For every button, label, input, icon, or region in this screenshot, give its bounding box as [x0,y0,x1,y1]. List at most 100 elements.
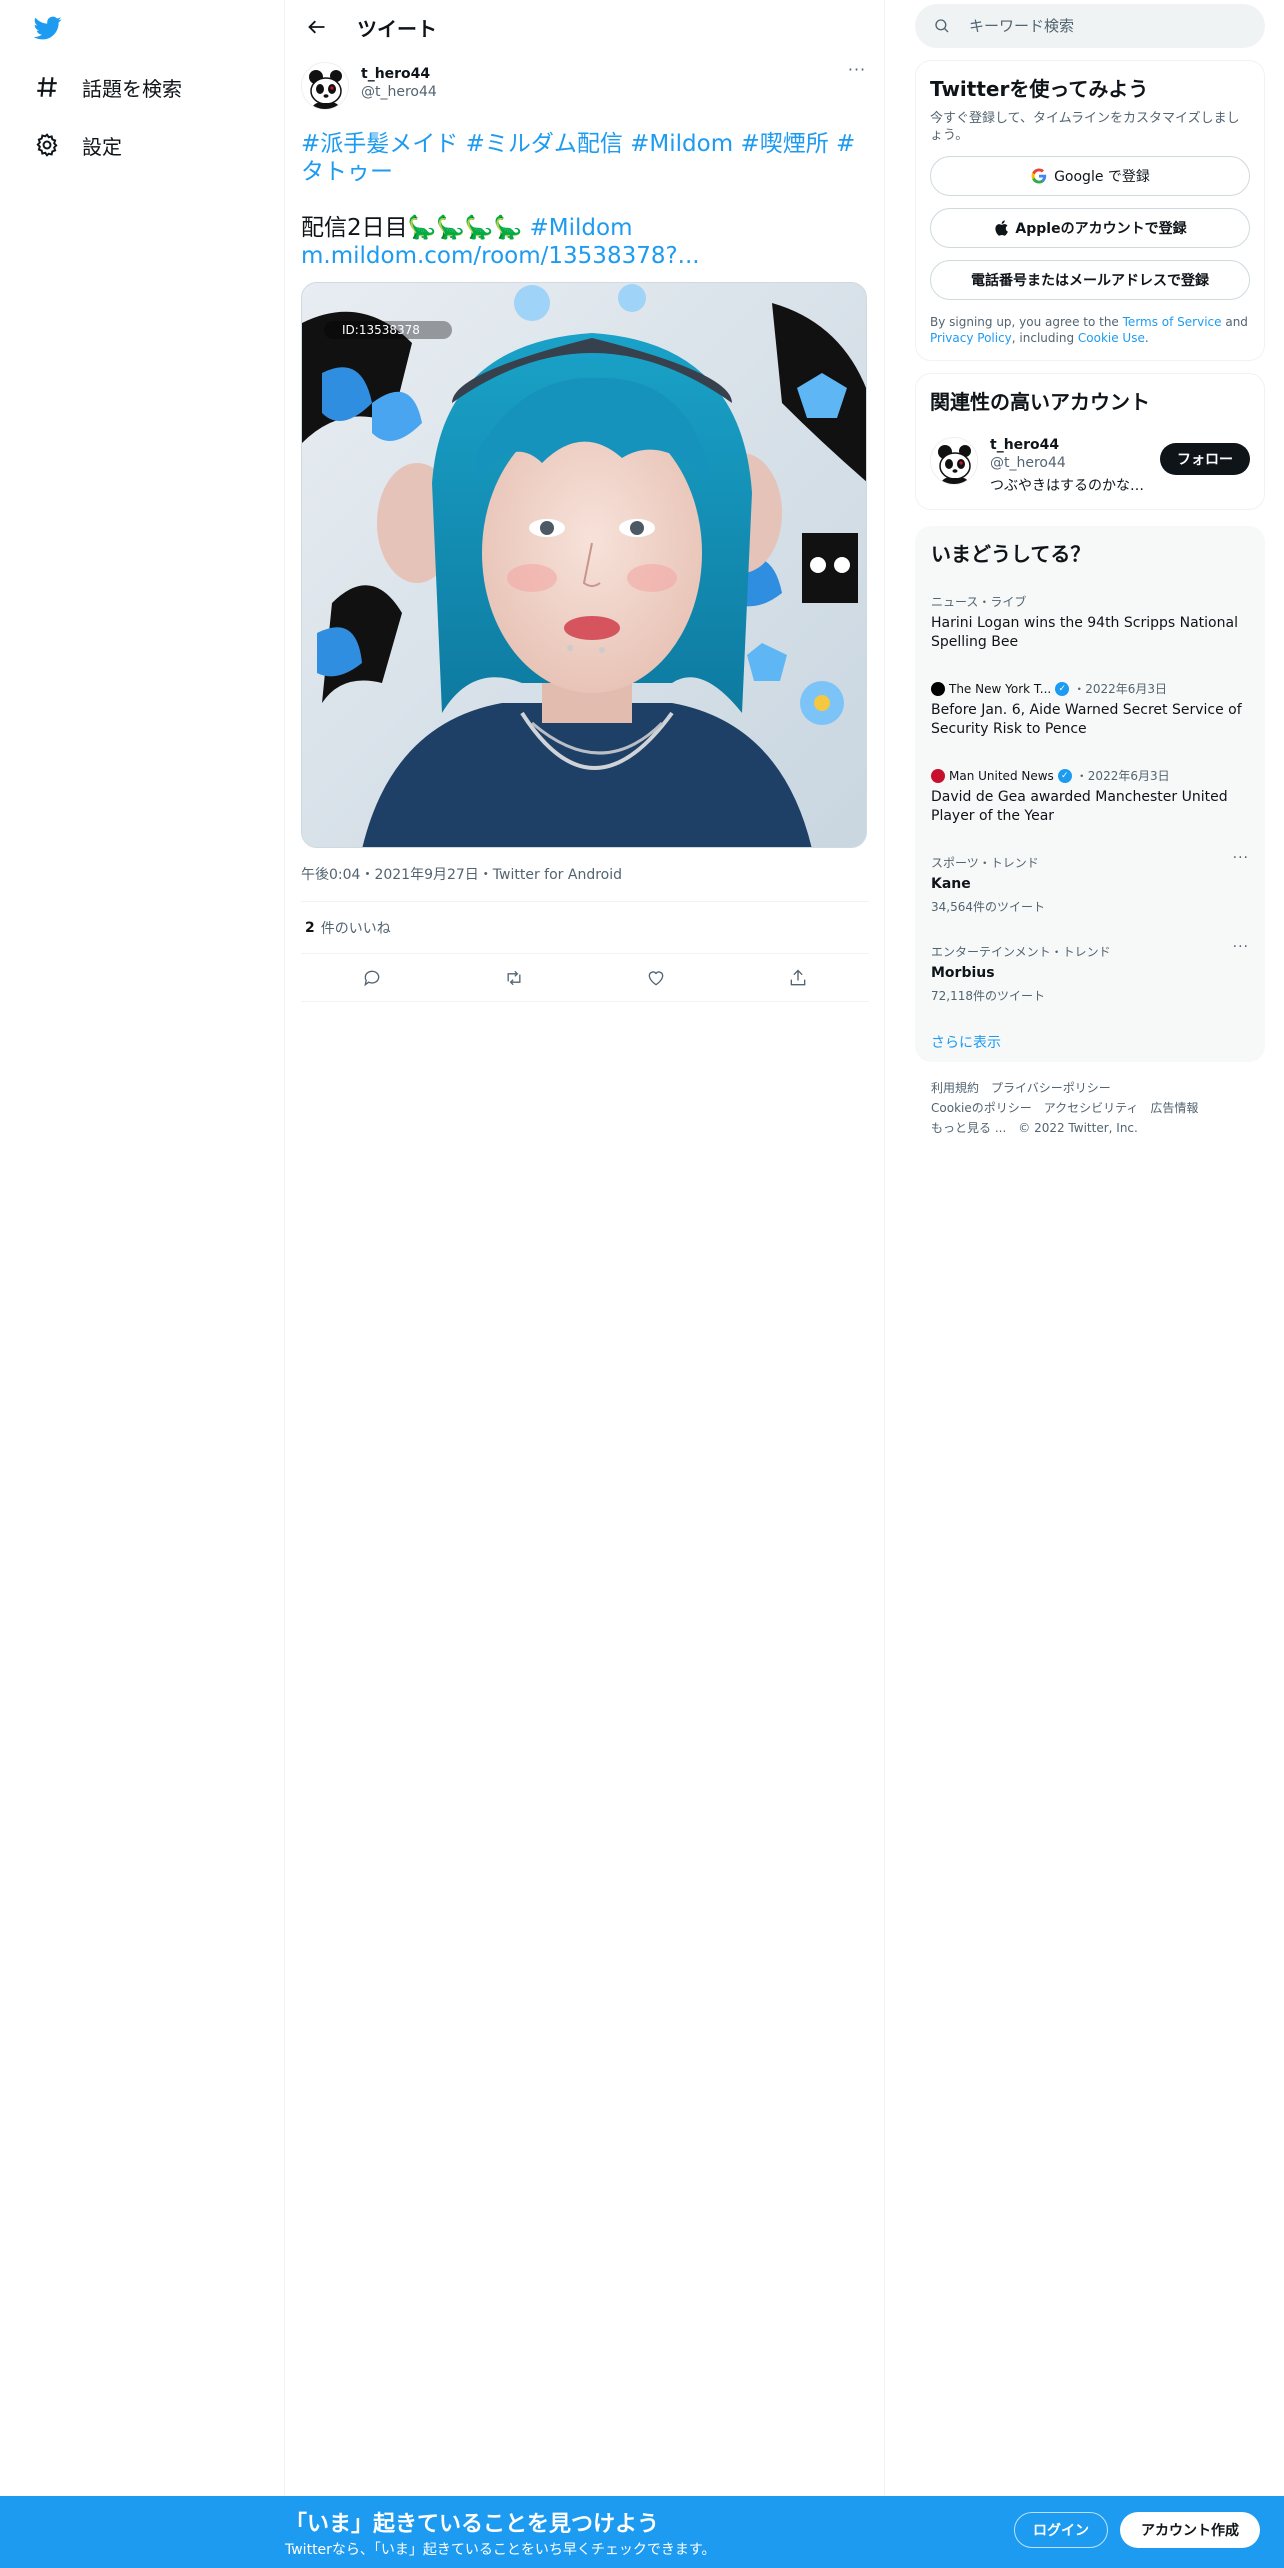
nav-explore-label: 話題を検索 [82,76,182,101]
trend-item[interactable]: ニュース・ライブ Harini Logan wins the 94th Scri… [915,593,1265,652]
tweet-photo[interactable]: ID:13538378 [301,282,867,848]
follow-button[interactable]: フォロー [1160,443,1250,475]
google-signup-label: Google で登録 [1054,169,1150,185]
avatar[interactable] [930,437,978,485]
tweet: t_hero44 @t_hero44 ··· #派手髪メイド #ミルダム配信 #… [301,62,869,1002]
mildom-hashtag-link[interactable]: #Mildom [530,215,633,241]
dinosaur-emoji: 🦕🦕🦕🦕 [407,215,523,241]
footer-accessibility-link[interactable]: アクセシビリティ [1044,1101,1139,1115]
tweet-meta: 午後0:04・2021年9月27日・Twitter for Android [301,862,869,902]
retweet-button[interactable] [496,960,532,996]
google-signup-button[interactable]: Google で登録 [930,156,1250,196]
footer-terms-link[interactable]: 利用規約 [931,1081,979,1095]
page-title: ツイート [357,16,437,41]
trend-title: Harini Logan wins the 94th Scripps Natio… [931,615,1238,650]
verified-badge-icon: ✓ [1055,681,1070,696]
cookie-use-link[interactable]: Cookie Use [1078,331,1145,345]
tweet-actions [301,954,869,1002]
likes-row[interactable]: 2 件のいいね [301,902,869,954]
search-bar[interactable] [915,4,1265,48]
tweet-source[interactable]: Twitter for Android [493,867,622,883]
ellipsis-icon: ··· [847,60,867,79]
banner-title: 「いま」起きていることを見つけよう [285,2512,660,2537]
trend-source: The New York T... ✓ ・2022年6月3日 [931,680,1249,697]
tweet-text: #派手髪メイド #ミルダム配信 #Mildom #喫煙所 #タトゥー 配信2日目… [301,130,869,270]
avatar[interactable] [301,62,349,110]
more-options-button[interactable]: ··· [845,62,869,84]
hashtags-link[interactable]: #派手髪メイド #ミルダム配信 #Mildom #喫煙所 #タトゥー [301,131,855,185]
panda-avatar-image [931,438,977,484]
likes-label: 件のいいね [320,920,391,937]
footer-links: 利用規約 プライバシーポリシー Cookieのポリシー アクセシビリティ 広告情報 も… [915,1078,1265,1138]
show-more-link[interactable]: さらに表示 [915,1032,1265,1052]
signup-title: Twitterを使ってみよう [930,77,1149,101]
trend-tweet-count: 72,118件のツイート [931,989,1045,1003]
retweet-icon [507,970,521,985]
trend-title: Morbius [931,965,995,981]
banner-subtitle: Twitterなら、「いま」起きていることをいち早くチェックできます。 [285,2542,716,2558]
back-button[interactable] [299,9,335,45]
signup-banner: 「いま」起きていることを見つけよう Twitterなら、「いま」起きていることを… [0,2496,1284,2568]
suggested-account-bio: つぶやきはするのかな… [990,478,1144,494]
arrow-left-icon [308,20,325,34]
nav-settings-label: 設定 [82,134,122,159]
twitter-logo-icon[interactable] [32,14,64,42]
nav-explore[interactable]: 話題を検索 [22,62,194,112]
right-sidebar: Twitterを使ってみよう 今すぐ登録して、タイムラインをカスタマイズしましょ… [915,0,1265,1138]
search-input[interactable] [969,17,1219,35]
trend-category: スポーツ・トレンド [931,856,1039,870]
trend-title: David de Gea awarded Manchester United P… [931,789,1228,824]
legal-prefix: By signing up, you agree to the [930,315,1123,329]
trend-more-icon[interactable]: ··· [1233,851,1249,865]
apple-signup-button[interactable]: Appleのアカウントで登録 [930,208,1250,248]
panda-avatar-image [302,63,348,109]
man-united-logo-icon [931,768,945,783]
trend-item[interactable]: The New York T... ✓ ・2022年6月3日 Before Ja… [915,680,1265,739]
trend-item[interactable]: スポーツ・トレンド Kane 34,564件のツイート ··· [915,851,1265,915]
signup-legal-text: By signing up, you agree to the Terms of… [930,314,1250,346]
suggested-account[interactable]: t_hero44 @t_hero44 つぶやきはするのかな… フォロー [930,437,1250,495]
reply-button[interactable] [354,960,390,996]
main-column: ツイート t_hero44 @t_hero44 ··· #派手髪メイド #ミルダ… [285,0,885,2568]
nav-settings[interactable]: 設定 [22,120,134,170]
apple-signup-label: Appleのアカウントで登録 [1015,221,1187,237]
main-header: ツイート [285,0,884,54]
create-account-button[interactable]: アカウント作成 [1120,2512,1260,2548]
phone-email-signup-label: 電話番号またはメールアドレスで登録 [971,273,1209,289]
who-to-follow-title: 関連性の高いアカウント [930,390,1150,414]
trends-card: いまどうしてる？ ニュース・ライブ Harini Logan wins the … [915,526,1265,1062]
footer-cookie-link[interactable]: Cookieのポリシー [931,1101,1032,1115]
tweet-body-text: 配信2日目 [301,215,408,241]
trend-date: ・2022年6月3日 [1075,769,1170,783]
trend-item[interactable]: エンターテインメント・トレンド Morbius 72,118件のツイート ··· [915,940,1265,1004]
privacy-link[interactable]: Privacy Policy [930,331,1012,345]
like-button[interactable] [638,960,674,996]
trends-title: いまどうしてる？ [931,542,1091,566]
phone-email-signup-button[interactable]: 電話番号またはメールアドレスで登録 [930,260,1250,300]
trend-category: エンターテインメント・トレンド [931,945,1111,959]
tweet-timestamp[interactable]: 午後0:04・2021年9月27日・ [301,867,493,883]
author-handle[interactable]: @t_hero44 [361,84,437,100]
gear-icon [36,133,58,157]
footer-more-link[interactable]: もっと見る ... [931,1121,1006,1135]
footer-ads-link[interactable]: 広告情報 [1150,1101,1198,1115]
trend-item[interactable]: Man United News ✓ ・2022年6月3日 David de Ge… [915,767,1265,826]
hashtag-icon [37,77,57,97]
share-button[interactable] [780,960,816,996]
tweet-author: t_hero44 @t_hero44 ··· [301,62,869,118]
terms-link[interactable]: Terms of Service [1123,315,1222,329]
footer-privacy-link[interactable]: プライバシーポリシー [991,1081,1111,1095]
trend-title: Before Jan. 6, Aide Warned Secret Servic… [931,702,1242,737]
trend-more-icon[interactable]: ··· [1233,940,1249,954]
login-button[interactable]: ログイン [1014,2512,1108,2548]
trend-date: ・2022年6月3日 [1073,682,1168,696]
suggested-account-handle: @t_hero44 [990,455,1066,471]
author-names: t_hero44 @t_hero44 [361,66,437,100]
apple-icon [995,220,1009,236]
signup-card: Twitterを使ってみよう 今すぐ登録して、タイムラインをカスタマイズしましょ… [915,60,1265,361]
author-name[interactable]: t_hero44 [361,66,437,82]
mildom-room-link[interactable]: m.mildom.com/room/13538378?... [301,243,700,269]
verified-badge-icon: ✓ [1057,768,1072,783]
heart-icon [648,970,664,985]
trend-source-name: Man United News [949,768,1054,783]
